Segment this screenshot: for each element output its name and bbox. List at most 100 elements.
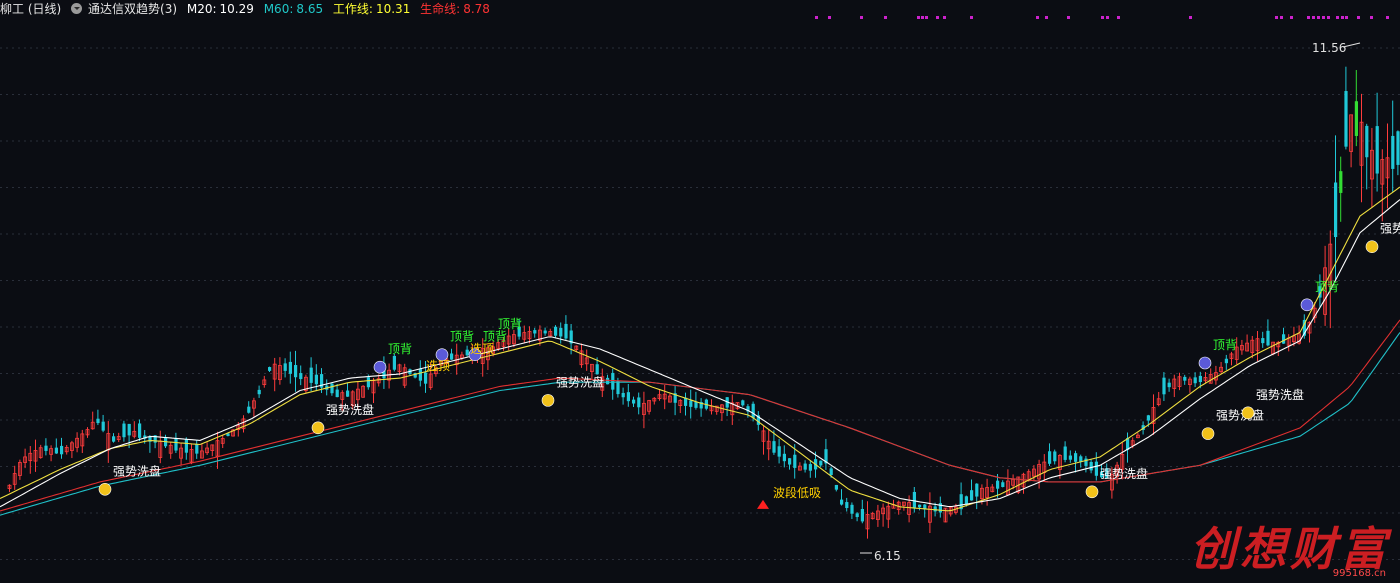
signal-label: 顶背 xyxy=(498,317,522,331)
candle-body xyxy=(96,418,100,424)
candle-body xyxy=(595,364,599,375)
candle-body xyxy=(912,491,916,508)
candle-body xyxy=(1261,338,1265,344)
candle-body xyxy=(626,392,630,402)
work-label: 工作线: xyxy=(332,2,373,16)
candle-body xyxy=(918,504,922,508)
candle-body xyxy=(782,453,786,462)
candle-body xyxy=(996,480,1000,489)
signal-label: 顶背 xyxy=(1213,338,1237,352)
candle-body xyxy=(1001,482,1005,487)
candle-body xyxy=(1146,415,1150,421)
work-value: 10.31 xyxy=(375,2,411,16)
life-line-readout: 生命线: 8.78 xyxy=(420,2,490,16)
candle-body xyxy=(195,444,199,454)
candle-body xyxy=(564,323,568,339)
watermark-logo: 创想财富 995168.cn xyxy=(1190,523,1390,579)
signal-label: 强势洗盘 xyxy=(113,463,161,478)
candle-body xyxy=(1089,461,1093,471)
work-line-readout: 工作线: 10.31 xyxy=(333,2,410,16)
candle-body xyxy=(850,504,854,514)
smile-face-icon xyxy=(1241,406,1255,420)
candle-body xyxy=(1282,334,1286,344)
sad-face-icon xyxy=(1198,356,1212,370)
candle-body xyxy=(330,383,334,394)
candle-body xyxy=(247,406,251,413)
m60-line xyxy=(0,332,1400,516)
signal-label: 强势洗盘 xyxy=(326,402,374,417)
candle-body xyxy=(366,377,370,388)
candle-body xyxy=(450,353,454,360)
candle-body xyxy=(1162,377,1166,395)
candle-body xyxy=(788,458,792,465)
candle-body xyxy=(1396,131,1400,165)
smile-face-icon xyxy=(541,394,555,407)
candle-body xyxy=(1198,375,1202,383)
candle-body xyxy=(970,490,974,501)
candle-body xyxy=(288,361,292,374)
life-label: 生命线: xyxy=(420,2,461,16)
candle-body xyxy=(803,463,807,470)
signal-label: 顶背 xyxy=(1315,280,1339,294)
candle-body xyxy=(1167,382,1171,388)
candle-body xyxy=(1224,358,1228,364)
candle-body xyxy=(138,423,142,438)
sad-face-icon xyxy=(373,360,387,374)
signal-label: 强势洗盘 xyxy=(556,374,604,389)
candle-body xyxy=(1391,135,1395,169)
candle-body xyxy=(845,502,849,509)
signal-label: 选顶 xyxy=(470,342,494,356)
candle-body xyxy=(309,367,313,383)
candle-body xyxy=(860,509,864,522)
smile-face-icon xyxy=(1201,427,1215,440)
candle-body xyxy=(1375,126,1379,174)
candle-body xyxy=(1048,451,1052,464)
candle-body xyxy=(335,389,339,398)
price-high-label: 11.56 xyxy=(1312,41,1346,55)
smile-face-icon xyxy=(1085,485,1099,499)
dropdown-icon[interactable] xyxy=(71,3,83,14)
candle-body xyxy=(465,349,469,356)
candle-body xyxy=(346,390,350,397)
chart-header: 柳工 (日线) 通达信双趋势(3) M20: 10.29 M60: 8.65 工作线… xyxy=(0,0,1400,18)
watermark-url: 995168.cn xyxy=(1332,568,1386,579)
candle-body xyxy=(44,445,48,451)
signal-label: 强势洗盘 xyxy=(1216,408,1264,423)
candle-body xyxy=(559,327,563,337)
candle-body xyxy=(1339,171,1343,193)
signal-label: 波段低吸 xyxy=(773,485,821,500)
candle-body xyxy=(964,496,968,505)
candle-body xyxy=(819,460,823,466)
m20-label: M20: xyxy=(186,2,217,16)
candle-body xyxy=(621,392,625,398)
candle-body xyxy=(632,399,636,404)
candle-body xyxy=(112,436,116,442)
candle-body xyxy=(554,326,558,336)
candle-body xyxy=(1068,455,1072,460)
candle-body xyxy=(101,421,105,431)
signal-label: 顶背 xyxy=(388,342,412,356)
candle-body xyxy=(829,468,833,475)
candle-body xyxy=(1094,461,1098,476)
candle-body xyxy=(741,400,745,406)
candle-body xyxy=(54,447,58,454)
candle-body xyxy=(1183,376,1187,381)
m60-value: 8.65 xyxy=(296,2,324,16)
life-line xyxy=(0,319,1400,512)
candlestick-chart: 强势洗盘强势洗盘强势洗盘强势洗盘强势洗盘强势洗盘强势顶背顶背 顶背顶背顶背顶背选顶… xyxy=(0,16,1400,563)
candle-body xyxy=(637,397,641,408)
candle-body xyxy=(834,484,838,490)
signal-label: 强势洗盘 xyxy=(1256,387,1304,402)
m20-value: 10.29 xyxy=(219,2,254,16)
candle-body xyxy=(777,446,781,457)
stock-title[interactable]: 柳工 (日线) xyxy=(0,2,61,16)
indicator-name[interactable]: 通达信双趋势(3) xyxy=(88,2,177,16)
smile-face-icon xyxy=(98,482,112,496)
m20-readout: M20: 10.29 xyxy=(187,2,254,16)
candle-body xyxy=(606,377,610,385)
smile-face-icon xyxy=(1365,240,1379,253)
candle-body xyxy=(299,373,303,380)
candle-body xyxy=(1074,453,1078,462)
candle-body xyxy=(60,445,64,455)
candle-body xyxy=(127,423,131,436)
